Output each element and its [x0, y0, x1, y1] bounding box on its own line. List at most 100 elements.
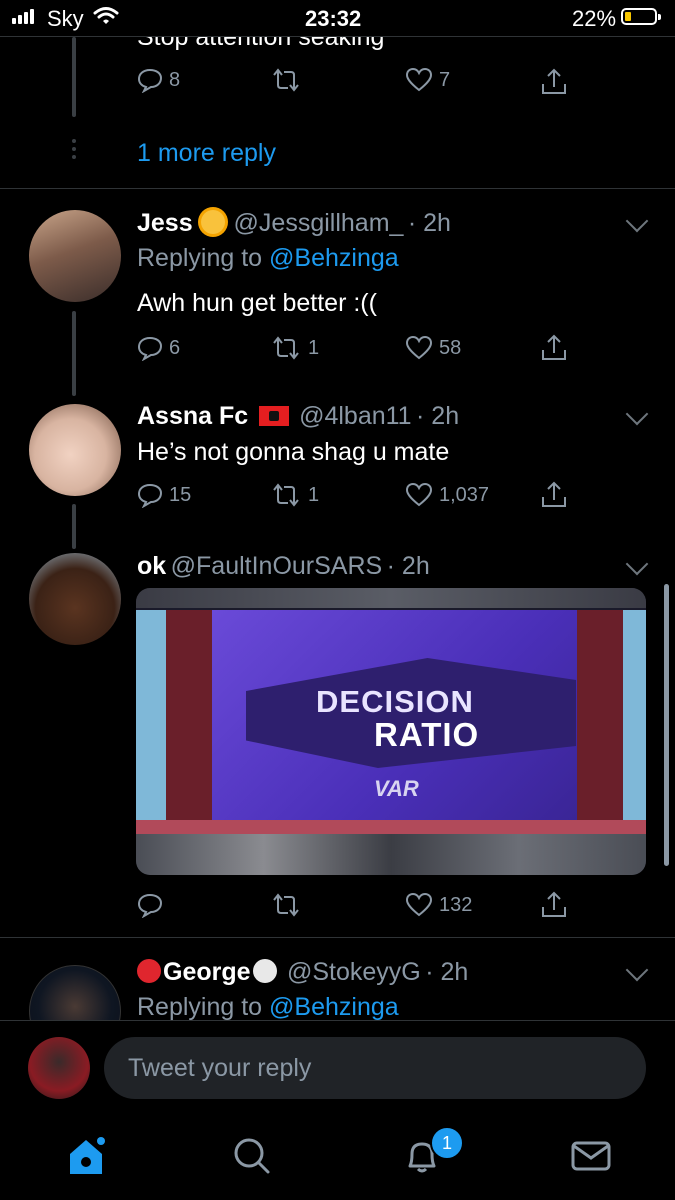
battery-icon: [621, 8, 661, 25]
chevron-down-icon[interactable]: [625, 552, 649, 576]
like-button[interactable]: 1,037: [405, 482, 489, 508]
share-button[interactable]: [540, 67, 568, 97]
previous-tweet[interactable]: Stop attention seaking 8 7 1 more reply: [0, 37, 675, 187]
timestamp: · 2h: [425, 958, 469, 986]
like-button[interactable]: 7: [405, 67, 450, 93]
reply-count: 6: [169, 336, 181, 359]
tweet-assna[interactable]: Assna Fc @4lban11 · 2h He’s not gonna sh…: [0, 384, 675, 549]
tab-search[interactable]: [232, 1136, 276, 1180]
like-count: 58: [439, 336, 462, 359]
chevron-down-icon[interactable]: [625, 958, 649, 982]
replying-label: Replying to: [137, 993, 263, 1020]
status-bar: Sky 23:32 22%: [0, 0, 675, 36]
heart-icon: [405, 482, 433, 507]
retweet-icon: [273, 893, 299, 917]
retweet-button[interactable]: 1: [270, 482, 319, 508]
battery-percent: 22%: [572, 6, 617, 31]
reply-button[interactable]: 8: [137, 67, 180, 93]
retweet-button[interactable]: 1: [270, 335, 319, 361]
like-count: 1,037: [439, 483, 490, 506]
tweet-header: ok @FaultInOurSARS · 2h: [137, 552, 430, 581]
thread-line: [72, 504, 76, 549]
tweet-jess[interactable]: Jess @Jessgillham_ · 2h Replying to @Beh…: [0, 189, 675, 396]
red-circle-icon: [137, 959, 161, 983]
tweet-image[interactable]: DECISION RATIO VAR: [136, 588, 646, 875]
albania-flag-icon: [258, 406, 289, 426]
tweet-text: He’s not gonna shag u mate: [137, 438, 450, 466]
more-replies-link[interactable]: 1 more reply: [137, 139, 276, 168]
like-count: 7: [439, 68, 451, 91]
display-name[interactable]: ok: [137, 552, 166, 580]
reply-count: 8: [169, 68, 181, 91]
reply-icon: [137, 68, 163, 93]
chevron-down-icon[interactable]: [625, 209, 649, 233]
display-name[interactable]: Jess: [137, 209, 193, 237]
heart-icon: [405, 892, 433, 917]
avatar[interactable]: [29, 965, 121, 1020]
share-icon: [542, 68, 566, 94]
reply-icon: [137, 336, 163, 361]
handle[interactable]: @Jessgillham_: [234, 209, 404, 237]
more-dots-icon: [72, 139, 76, 159]
like-button[interactable]: 58: [405, 335, 461, 361]
replying-label: Replying to: [137, 244, 263, 272]
tab-home[interactable]: [64, 1134, 108, 1178]
timestamp: · 2h: [407, 209, 451, 237]
tweet-header: Assna Fc @4lban11 · 2h: [137, 402, 459, 431]
retweet-icon: [273, 336, 299, 360]
retweet-count: 1: [308, 336, 320, 359]
compose-bar: Tweet your reply: [0, 1020, 675, 1117]
avatar[interactable]: [29, 553, 121, 645]
tweet-header: George @StokeyyG · 2h: [137, 958, 468, 987]
reply-input[interactable]: Tweet your reply: [104, 1037, 646, 1099]
reply-button[interactable]: 15: [137, 482, 191, 508]
share-icon: [542, 891, 566, 917]
crowd-bottom: [136, 834, 646, 875]
stadium-crowd-top: [136, 588, 646, 608]
handle[interactable]: @4lban11: [299, 402, 412, 430]
share-button[interactable]: [540, 333, 568, 363]
timestamp: · 2h: [416, 402, 460, 430]
display-name[interactable]: George: [163, 958, 251, 986]
wifi-icon: [93, 7, 119, 24]
handle[interactable]: @StokeyyG: [287, 958, 421, 986]
tab-notifications[interactable]: 1: [402, 1126, 464, 1180]
replying-handle[interactable]: @Behzinga: [269, 244, 399, 272]
tweet-george[interactable]: George @StokeyyG · 2h Replying to @Behzi…: [0, 938, 675, 1020]
avatar[interactable]: [29, 404, 121, 496]
heart-icon: [405, 67, 433, 92]
reply-count: 15: [169, 483, 192, 506]
sun-emoji-icon: [201, 210, 226, 234]
tab-messages[interactable]: [570, 1138, 614, 1182]
clock: 23:32: [305, 6, 362, 31]
avatar[interactable]: [29, 210, 121, 302]
notification-badge: 1: [430, 1126, 464, 1160]
share-button[interactable]: [540, 890, 568, 920]
tweet-header: Jess @Jessgillham_ · 2h: [137, 209, 451, 238]
signal-icon: [12, 9, 34, 24]
retweet-icon: [273, 68, 299, 92]
retweet-button[interactable]: [270, 892, 302, 918]
reply-icon: [137, 483, 163, 508]
tweet-text: Awh hun get better :((: [137, 289, 377, 317]
var-logo: VAR: [374, 776, 419, 801]
reply-icon: [137, 893, 163, 918]
display-name[interactable]: Assna Fc: [137, 402, 248, 430]
home-icon: [70, 1137, 105, 1174]
reply-button[interactable]: [137, 892, 163, 918]
share-button[interactable]: [540, 480, 568, 510]
my-avatar[interactable]: [28, 1037, 90, 1099]
retweet-button[interactable]: [270, 67, 302, 93]
share-icon: [542, 481, 566, 507]
reply-button[interactable]: 6: [137, 335, 180, 361]
chevron-down-icon[interactable]: [625, 402, 649, 426]
carrier-label: Sky: [47, 6, 84, 31]
handle[interactable]: @FaultInOurSARS: [171, 552, 383, 580]
like-button[interactable]: 132: [405, 892, 472, 918]
replying-handle[interactable]: @Behzinga: [269, 993, 399, 1020]
replying-to: Replying to @Behzinga: [137, 244, 399, 273]
tweet-ok[interactable]: ok @FaultInOurSARS · 2h DECISION RATIO V…: [0, 544, 675, 936]
led-panel-right: [623, 610, 646, 820]
tweet-text: Stop attention seaking: [137, 37, 385, 51]
scrollbar[interactable]: [664, 584, 669, 866]
